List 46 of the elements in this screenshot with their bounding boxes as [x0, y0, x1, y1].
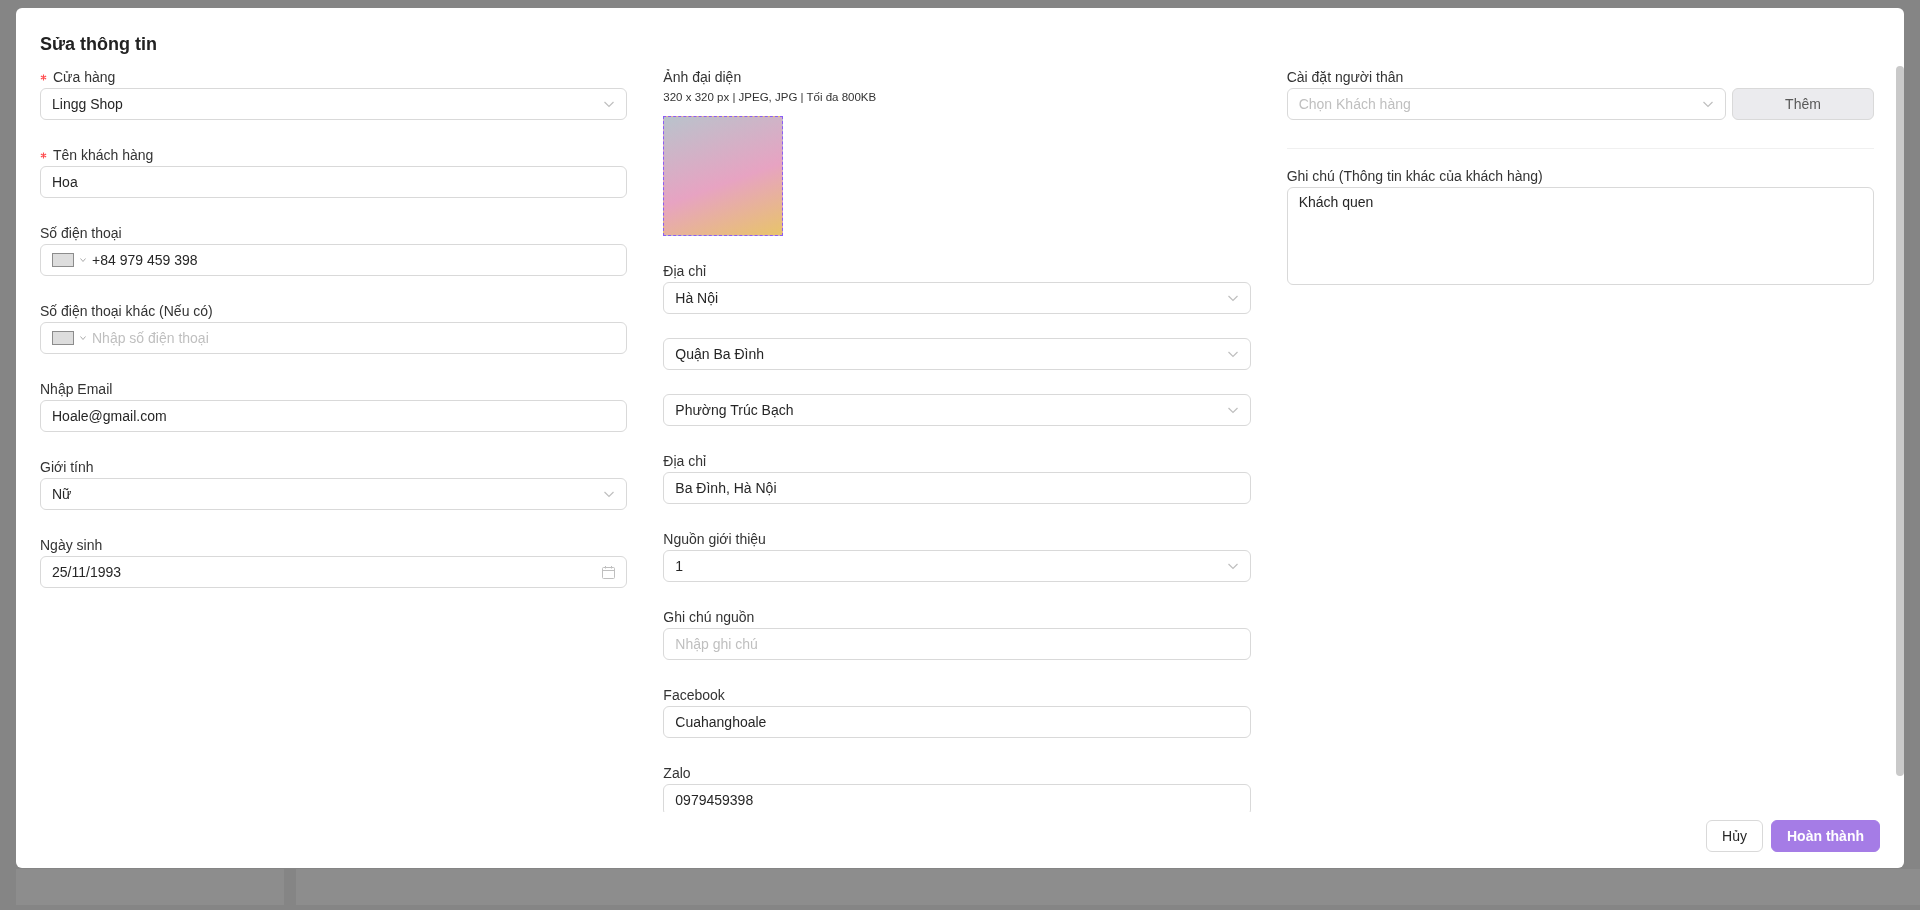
select-field[interactable]: Quận Ba Đình — [663, 338, 1251, 370]
date-input[interactable]: 25/11/1993 — [52, 564, 597, 580]
caret-icon — [80, 258, 86, 262]
field-label: Ảnh đại diện — [663, 69, 742, 85]
flag-icon — [52, 331, 74, 345]
field-label: Địa chỉ — [663, 263, 707, 279]
field-label: Zalo — [663, 765, 691, 781]
field-label: Giới tính — [40, 459, 94, 475]
input-field[interactable]: Ba Đình, Hà Nội — [663, 472, 1251, 504]
input-field[interactable]: Nhập ghi chú — [663, 628, 1251, 660]
date-field[interactable]: 25/11/1993 — [40, 556, 628, 588]
field-label: Cài đặt người thân — [1286, 69, 1404, 85]
select-field[interactable]: Lingg Shop — [40, 88, 628, 120]
scrollbar[interactable] — [1896, 66, 1904, 776]
input-field[interactable]: Cuahanghoale — [663, 706, 1251, 738]
field-label: Tên khách hàng — [53, 147, 154, 163]
input-field[interactable]: Hoa — [40, 166, 628, 198]
caret-icon — [80, 336, 86, 340]
field-label: Địa chỉ — [663, 453, 707, 469]
calendar-icon — [602, 565, 616, 579]
phone-field[interactable]: Nhập số điện thoại — [40, 322, 628, 354]
field-label: Ghi chú nguồn — [663, 609, 755, 625]
select-field[interactable]: Hà Nội — [663, 282, 1251, 314]
phone-field[interactable]: +84 979 459 398 — [40, 244, 628, 276]
select-field[interactable]: Phường Trúc Bạch — [663, 394, 1251, 426]
add-button[interactable]: Thêm — [1732, 88, 1874, 120]
phone-input[interactable]: +84 979 459 398 — [92, 252, 616, 268]
field-label: Nguồn giới thiệu — [663, 531, 766, 547]
field-label: Cửa hàng — [53, 69, 116, 85]
flag-icon — [52, 253, 74, 267]
photo-placeholder[interactable] — [663, 116, 784, 236]
select-field[interactable]: 1 — [663, 550, 1251, 582]
phone-input[interactable]: Nhập số điện thoại — [92, 330, 616, 346]
input-field[interactable]: Hoale@gmail.com — [40, 400, 628, 432]
cancel-button[interactable]: Hủy — [1706, 820, 1763, 852]
field-label: Ngày sinh — [40, 537, 103, 553]
field-label: Ghi chú (Thông tin khác của khách hàng) — [1286, 168, 1543, 184]
select-field[interactable]: Nữ — [40, 478, 628, 510]
field-label: Số điện thoại khác (Nếu có) — [40, 303, 213, 319]
input-field[interactable]: 0979459398 — [663, 784, 1251, 812]
dialog-title: Sửa thông tin — [40, 33, 158, 55]
field-label: Số điện thoại — [40, 225, 122, 241]
field-label: Facebook — [663, 687, 725, 703]
note-field[interactable]: Khách quen — [1286, 187, 1874, 285]
upload-hint: 320 x 320 px | JPEG, JPG | Tối đa 800KB — [663, 90, 878, 105]
field-label: Nhập Email — [40, 381, 113, 397]
